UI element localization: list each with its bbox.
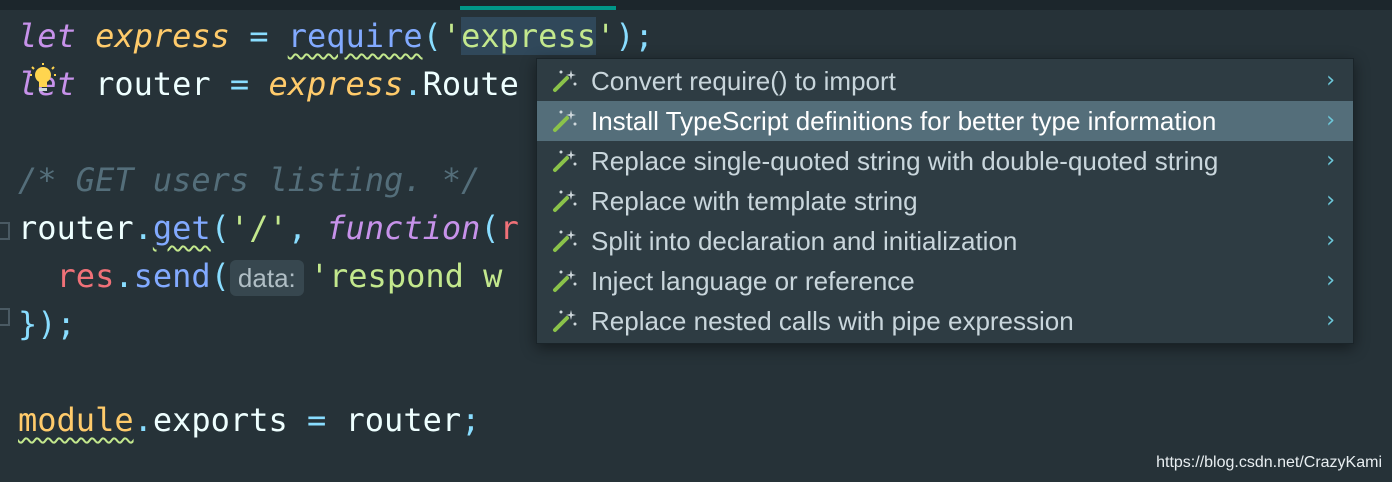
param-fragment: r xyxy=(499,209,519,247)
paren-semicolon: ); xyxy=(615,17,654,55)
intention-label: Split into declaration and initializatio… xyxy=(591,225,1018,256)
paren: ( xyxy=(210,209,230,247)
property-exports: exports xyxy=(152,401,288,439)
operator: = xyxy=(287,401,346,439)
chevron-right-icon[interactable]: › xyxy=(1326,69,1335,93)
semicolon: ; xyxy=(461,401,481,439)
string-route: '/' xyxy=(229,209,288,247)
magic-wand-icon xyxy=(553,270,577,292)
chevron-right-icon[interactable]: › xyxy=(1326,189,1335,213)
keyword-function: function xyxy=(326,209,481,247)
intention-item-double-quote[interactable]: Replace single-quoted string with double… xyxy=(537,141,1353,181)
code-line-7[interactable]: }); xyxy=(18,300,76,348)
dot: . xyxy=(403,65,423,103)
quote: ' xyxy=(595,17,616,55)
dot: . xyxy=(133,401,153,439)
chevron-right-icon[interactable]: › xyxy=(1326,269,1335,293)
lightbulb-icon[interactable] xyxy=(30,63,56,95)
code-line-2[interactable]: let router = express.Route xyxy=(18,60,519,108)
intention-item-template-string[interactable]: Replace with template string › xyxy=(537,181,1353,221)
editor-tab-bar xyxy=(0,0,1392,10)
magic-wand-icon xyxy=(553,310,577,332)
magic-wand-icon xyxy=(553,190,577,212)
intention-item-split-declaration[interactable]: Split into declaration and initializatio… xyxy=(537,221,1353,261)
watermark: https://blog.csdn.net/CrazyKami xyxy=(1156,454,1382,471)
identifier-res: res xyxy=(56,257,115,295)
code-line-6[interactable]: res.send(data:'respond w xyxy=(18,252,502,300)
intention-label: Replace nested calls with pipe expressio… xyxy=(591,305,1074,336)
identifier-router: router xyxy=(95,65,211,103)
function-send: send xyxy=(133,257,211,295)
identifier-module[interactable]: module xyxy=(18,401,134,439)
operator: = xyxy=(229,17,288,55)
quote: ' xyxy=(441,17,462,55)
identifier-express: express xyxy=(268,65,404,103)
code-line-9[interactable]: module.exports = router; xyxy=(18,396,480,444)
string-respond: 'respond w xyxy=(309,257,503,295)
code-line-5[interactable]: router.get('/', function(r xyxy=(18,204,519,252)
chevron-right-icon[interactable]: › xyxy=(1326,309,1335,333)
chevron-right-icon[interactable]: › xyxy=(1326,229,1335,253)
function-require[interactable]: require xyxy=(288,17,423,55)
intention-item-install-typescript[interactable]: Install TypeScript definitions for bette… xyxy=(537,101,1353,141)
intention-item-convert-require[interactable]: Convert require() to import › xyxy=(537,61,1353,101)
code-line-4[interactable]: /* GET users listing. */ xyxy=(18,156,480,204)
identifier-express: express xyxy=(95,17,230,55)
parameter-hint: data: xyxy=(229,260,304,296)
code-line-1[interactable]: let express = require('express'); xyxy=(18,12,654,60)
magic-wand-icon xyxy=(553,150,577,172)
paren: ( xyxy=(480,209,500,247)
fold-end-icon[interactable] xyxy=(0,308,10,326)
intention-label: Inject language or reference xyxy=(591,265,915,296)
closing-brace: }); xyxy=(18,305,76,343)
dot: . xyxy=(133,209,153,247)
operator: = xyxy=(210,65,269,103)
intention-item-pipe-expression[interactable]: Replace nested calls with pipe expressio… xyxy=(537,301,1353,341)
comma: , xyxy=(287,209,327,247)
intention-label: Replace single-quoted string with double… xyxy=(591,145,1219,176)
comment: /* GET users listing. */ xyxy=(18,161,481,199)
identifier-router: router xyxy=(345,401,462,439)
selected-word-express[interactable]: express xyxy=(461,17,596,55)
paren: ( xyxy=(210,257,230,295)
intention-actions-popup: Convert require() to import › Install Ty… xyxy=(536,58,1354,344)
identifier-router: router xyxy=(18,209,134,247)
intention-item-inject-language[interactable]: Inject language or reference › xyxy=(537,261,1353,301)
chevron-right-icon[interactable]: › xyxy=(1326,149,1335,173)
chevron-right-icon[interactable]: › xyxy=(1326,109,1335,133)
magic-wand-icon xyxy=(553,110,577,132)
intention-label: Convert require() to import xyxy=(591,65,896,96)
magic-wand-icon xyxy=(553,70,577,92)
identifier-router-call: Route xyxy=(422,65,519,103)
dot: . xyxy=(114,257,134,295)
keyword-let: let xyxy=(18,17,76,55)
intention-label: Replace with template string xyxy=(591,185,918,216)
intention-label: Install TypeScript definitions for bette… xyxy=(591,105,1217,136)
function-get[interactable]: get xyxy=(153,209,211,247)
magic-wand-icon xyxy=(553,230,577,252)
paren: ( xyxy=(422,17,442,55)
fold-start-icon[interactable] xyxy=(0,222,10,240)
